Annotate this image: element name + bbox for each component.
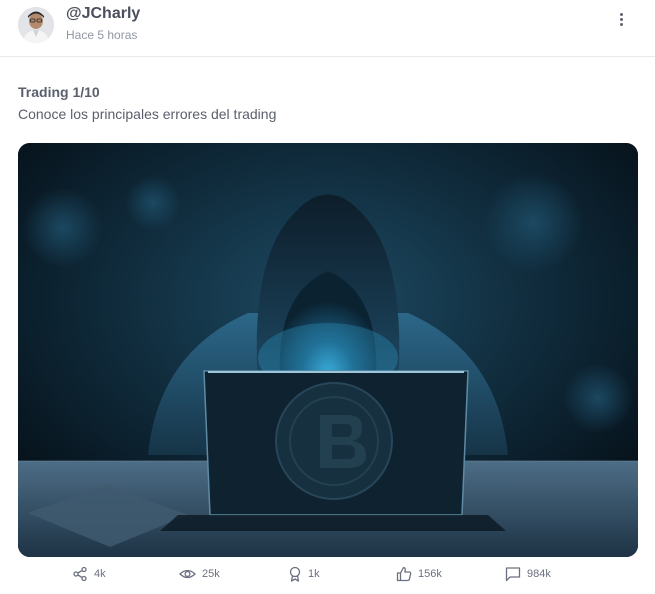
post-stats-bar: 4k 25k 1k 156k 984k [0,562,655,586]
more-dot [619,17,623,21]
share-icon [73,566,87,582]
author-name[interactable]: @JCharly [66,5,140,23]
thumbs-up-icon [396,566,412,582]
views-stat[interactable]: 25k [179,562,220,586]
awards-count: 1k [308,568,320,580]
awards-stat[interactable]: 1k [288,562,320,586]
post-header: @JCharly Hace 5 horas [0,0,655,57]
more-dot [619,12,623,16]
post-title: Trading 1/10 [18,84,100,100]
comments-count: 984k [527,568,551,580]
views-count: 25k [202,568,220,580]
avatar[interactable] [18,7,54,43]
likes-stat[interactable]: 156k [396,562,442,586]
more-vertical-icon[interactable] [612,8,630,30]
share-stat[interactable]: 4k [72,562,106,586]
share-count: 4k [94,568,106,580]
post-subtitle: Conoce los principales errores del tradi… [18,106,277,122]
eye-icon [179,569,196,579]
post-timestamp: Hace 5 horas [66,28,138,42]
post-image[interactable] [18,143,638,557]
comment-icon [505,567,521,582]
award-icon [289,566,301,582]
hacker-laptop-illustration [18,143,638,557]
avatar-image [18,7,54,43]
comments-stat[interactable]: 984k [505,562,551,586]
likes-count: 156k [418,568,442,580]
more-dot [619,22,623,26]
